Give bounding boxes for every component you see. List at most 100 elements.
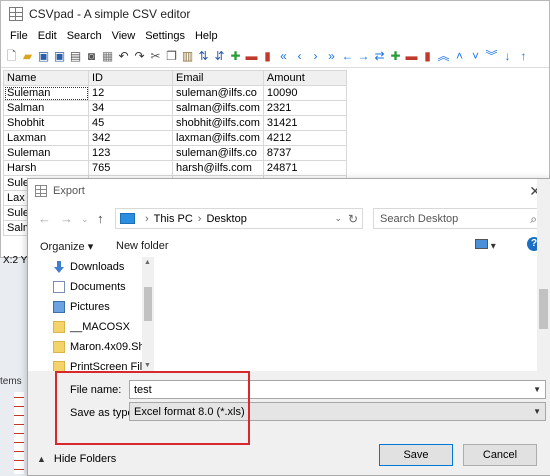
table-cell[interactable]: Suleman — [3, 85, 89, 101]
cut-icon[interactable]: ✂ — [149, 49, 162, 63]
table-cell[interactable]: Suleman — [3, 145, 89, 161]
nav-item-documents[interactable]: Documents 📌 — [28, 277, 156, 297]
breadcrumb-this-pc[interactable]: This PC — [154, 213, 193, 225]
table-cell[interactable]: 31421 — [262, 115, 347, 131]
breadcrumb-desktop[interactable]: Desktop — [206, 213, 246, 225]
nav-item-printscreen[interactable]: PrintScreen Files — [28, 357, 156, 371]
top-icon[interactable]: ︽ — [437, 49, 450, 63]
bottom-icon[interactable]: ︾ — [485, 49, 498, 63]
sort-icon[interactable]: ⇅ — [197, 49, 210, 63]
table-cell[interactable]: laxman@ilfs.com — [172, 130, 264, 146]
table-cell[interactable]: 8737 — [262, 145, 347, 161]
remove-row-icon[interactable]: ▬ — [405, 49, 418, 63]
table-cell[interactable]: shobhit@ilfs.com — [172, 115, 264, 131]
search-input[interactable]: Search Desktop ⌕ — [373, 208, 544, 229]
scroll-thumb[interactable] — [144, 287, 152, 321]
scroll-up-icon[interactable]: ▲ — [144, 259, 151, 266]
nav-item-pictures[interactable]: Pictures 📌 — [28, 297, 156, 317]
address-bar[interactable]: › This PC › Desktop ⌄ ↻ — [115, 208, 363, 229]
column-header[interactable]: ID — [88, 70, 173, 86]
column-header[interactable]: Amount — [262, 70, 347, 86]
hide-folders-button[interactable]: ▲ Hide Folders — [37, 453, 116, 465]
dialog-scrollbar[interactable] — [537, 179, 550, 371]
table-cell[interactable]: 24871 — [262, 160, 347, 176]
chevron-down-icon[interactable]: ▼ — [533, 407, 541, 416]
sort-desc-icon[interactable]: ⇵ — [213, 49, 226, 63]
table-cell[interactable]: harsh@ilfs.com — [172, 160, 264, 176]
add-row-icon[interactable]: ✚ — [389, 49, 402, 63]
menu-file[interactable]: File — [5, 30, 33, 42]
save-button[interactable]: Save — [379, 444, 453, 466]
menu-search[interactable]: Search — [62, 30, 107, 42]
delete-col-icon[interactable]: ▮ — [261, 49, 274, 63]
up-icon[interactable]: ˄ — [453, 49, 466, 63]
preview-icon[interactable]: ▦ — [101, 49, 114, 63]
table-cell[interactable]: 4212 — [262, 130, 347, 146]
scroll-down-icon[interactable]: ▼ — [144, 362, 151, 369]
menu-edit[interactable]: Edit — [33, 30, 62, 42]
save-as-icon[interactable]: ▣ — [53, 49, 66, 63]
file-name-field[interactable]: test ▼ — [129, 380, 546, 399]
menu-help[interactable]: Help — [190, 30, 223, 42]
save-as-type-select[interactable]: Excel format 8.0 (*.xls) ▼ — [129, 402, 546, 421]
prev-col-icon[interactable]: ‹ — [293, 49, 306, 63]
table-cell[interactable]: Shobhit — [3, 115, 89, 131]
nav-item-maron[interactable]: Maron.4x09.Shri — [28, 337, 156, 357]
new-folder-button[interactable]: New folder — [116, 240, 169, 252]
menu-settings[interactable]: Settings — [140, 30, 190, 42]
back-arrow-icon[interactable]: ← — [38, 211, 51, 226]
table-cell[interactable]: 45 — [88, 115, 173, 131]
nav-item-macosx[interactable]: __MACOSX — [28, 317, 156, 337]
first-col-icon[interactable]: « — [277, 49, 290, 63]
delete-row-icon[interactable]: ▬ — [245, 49, 258, 63]
next-col-icon[interactable]: › — [309, 49, 322, 63]
column-header[interactable]: Email — [172, 70, 264, 86]
remove-cell-icon[interactable]: ▮ — [421, 49, 434, 63]
move-down-icon[interactable]: ↓ — [501, 49, 514, 63]
menu-view[interactable]: View — [107, 30, 141, 42]
table-cell[interactable]: 10090 — [262, 85, 347, 101]
chevron-down-icon[interactable]: ⌄ — [334, 213, 342, 224]
nav-item-downloads[interactable]: Downloads 📌 — [28, 257, 156, 277]
move-up-icon[interactable]: ↑ — [517, 49, 530, 63]
last-col-icon[interactable]: » — [325, 49, 338, 63]
refresh-icon[interactable]: ↻ — [348, 212, 358, 226]
up-arrow-icon[interactable]: ↑ — [97, 211, 104, 226]
redo-icon[interactable]: ↷ — [133, 49, 146, 63]
forward-arrow-icon[interactable]: → — [60, 211, 73, 226]
move-right-icon[interactable]: → — [357, 49, 370, 63]
table-cell[interactable]: 2321 — [262, 100, 347, 116]
paste-icon[interactable]: ▥ — [181, 49, 194, 63]
insert-icon[interactable]: ✚ — [229, 49, 242, 63]
nav-scrollbar[interactable]: ▲ ▼ — [142, 257, 154, 371]
down-icon[interactable]: ˅ — [469, 49, 482, 63]
table-cell[interactable]: 342 — [88, 130, 173, 146]
open-folder-icon[interactable]: ▰ — [21, 49, 34, 63]
table-cell[interactable]: suleman@ilfs.co — [172, 85, 264, 101]
save-icon[interactable]: ▣ — [37, 49, 50, 63]
move-left-icon[interactable]: ← — [341, 49, 354, 63]
file-list[interactable] — [156, 257, 537, 371]
view-options-button[interactable]: ▾ — [475, 239, 499, 253]
cancel-button[interactable]: Cancel — [463, 444, 537, 466]
column-header[interactable]: Name — [3, 70, 89, 86]
table-cell[interactable]: Laxman — [3, 130, 89, 146]
table-cell[interactable]: 34 — [88, 100, 173, 116]
table-cell[interactable]: 12 — [88, 85, 173, 101]
chevron-down-icon[interactable]: ▼ — [533, 385, 541, 394]
table-cell[interactable]: suleman@ilfs.co — [172, 145, 264, 161]
undo-icon[interactable]: ↶ — [117, 49, 130, 63]
camera-icon[interactable]: ◙ — [85, 49, 98, 63]
table-cell[interactable]: salman@ilfs.com — [172, 100, 264, 116]
table-cell[interactable]: 123 — [88, 145, 173, 161]
chevron-down-icon[interactable]: ⌄ — [81, 214, 89, 225]
swap-icon[interactable]: ⇄ — [373, 49, 386, 63]
table-cell[interactable]: Salman — [3, 100, 89, 116]
table-cell[interactable]: 765 — [88, 160, 173, 176]
new-file-icon[interactable]: 🗋 — [5, 49, 18, 63]
print-icon[interactable]: ▤ — [69, 49, 82, 63]
copy-icon[interactable]: ❐ — [165, 49, 178, 63]
table-cell[interactable]: Harsh — [3, 160, 89, 176]
scroll-thumb[interactable] — [539, 289, 548, 329]
organize-button[interactable]: Organize ▾ — [40, 240, 93, 253]
